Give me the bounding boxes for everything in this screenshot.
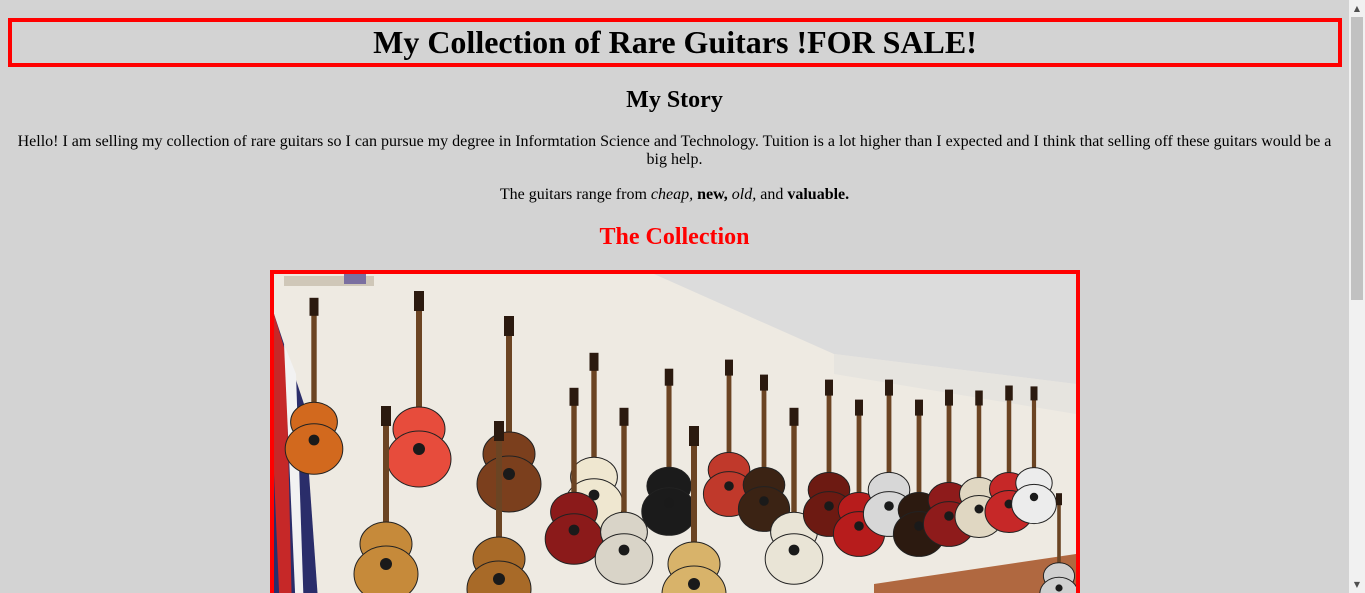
title-box: My Collection of Rare Guitars !FOR SALE!: [8, 18, 1342, 67]
story-heading: My Story: [626, 87, 723, 113]
range-new: new,: [697, 186, 728, 203]
range-sentence: The guitars range from cheap, new, old, …: [8, 186, 1341, 204]
range-old: old,: [731, 186, 757, 203]
scroll-down-arrow-icon[interactable]: ▼: [1349, 576, 1365, 593]
collection-heading: The Collection: [599, 224, 750, 250]
range-and: and: [756, 186, 788, 203]
page: My Collection of Rare Guitars !FOR SALE!…: [0, 0, 1349, 593]
range-cheap: cheap,: [650, 186, 694, 203]
guitar-collection-photo: [270, 270, 1080, 593]
vertical-scrollbar[interactable]: ▲ ▼: [1349, 0, 1365, 593]
guitar-photo-illustration: [274, 274, 1076, 593]
page-title: My Collection of Rare Guitars !FOR SALE!: [373, 24, 977, 60]
story-paragraph: Hello! I am selling my collection of rar…: [17, 133, 1332, 168]
scrollbar-thumb[interactable]: [1351, 17, 1363, 300]
range-valuable: valuable.: [787, 186, 850, 203]
range-prefix: The guitars range from: [499, 186, 651, 203]
scroll-up-arrow-icon[interactable]: ▲: [1349, 0, 1365, 17]
